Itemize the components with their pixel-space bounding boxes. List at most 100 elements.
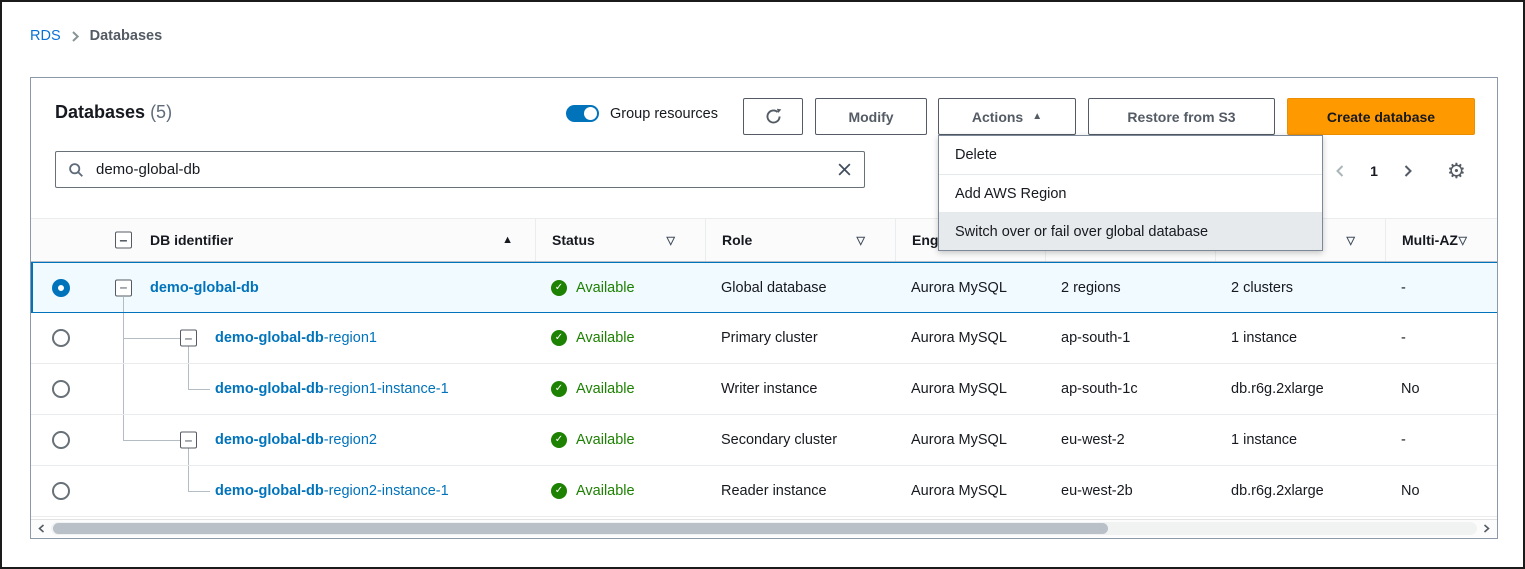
- tree-guide: [188, 466, 189, 491]
- breadcrumb-current: Databases: [90, 28, 163, 44]
- tree-guide: [123, 297, 124, 312]
- row-radio[interactable]: [52, 380, 70, 398]
- restore-from-s3-button[interactable]: Restore from S3: [1088, 98, 1275, 135]
- create-database-button[interactable]: Create database: [1287, 98, 1475, 135]
- db-identifier-link[interactable]: demo-global-db-region2: [215, 432, 377, 448]
- table-row[interactable]: demo-global-db-region1-instance-1 ✓ Avai…: [31, 364, 1497, 415]
- db-identifier-cell: demo-global-db-region1-instance-1: [91, 364, 535, 414]
- sort-icon: ▽: [1347, 234, 1355, 247]
- chevron-right-icon: [1404, 165, 1412, 177]
- status-text: Available: [576, 381, 635, 397]
- db-identifier-cell: − demo-global-db-region1: [91, 313, 535, 363]
- table-row[interactable]: − demo-global-db-region1 ✓ Available Pri…: [31, 313, 1497, 364]
- collapse-row-toggle[interactable]: −: [180, 330, 197, 347]
- chevron-left-icon: [38, 524, 45, 533]
- engine-cell: Aurora MySQL: [895, 263, 1045, 312]
- row-select-cell: [31, 263, 91, 312]
- refresh-icon: [765, 108, 782, 125]
- row-radio[interactable]: [52, 329, 70, 347]
- collapse-row-toggle[interactable]: −: [180, 432, 197, 449]
- horizontal-scrollbar[interactable]: [31, 519, 1497, 537]
- collapse-all-toggle[interactable]: −: [115, 232, 132, 249]
- menu-item-delete[interactable]: Delete: [939, 136, 1322, 174]
- column-label: Multi-AZ: [1402, 232, 1458, 248]
- db-identifier-cell: demo-global-db-region2-instance-1: [91, 466, 535, 516]
- actions-dropdown-menu: Delete Add AWS Region Switch over or fai…: [938, 135, 1323, 251]
- page-title: Databases: [55, 102, 145, 122]
- collapse-row-toggle[interactable]: −: [115, 279, 132, 296]
- table-row[interactable]: − demo-global-db ✓ Available Global data…: [31, 262, 1497, 313]
- status-text: Available: [576, 483, 635, 499]
- status-available-icon: ✓: [551, 483, 567, 499]
- scroll-left-button[interactable]: [34, 521, 49, 536]
- multi-az-header[interactable]: Multi-AZ ▽: [1385, 219, 1497, 261]
- engine-cell: Aurora MySQL: [895, 415, 1045, 465]
- column-label: Role: [722, 232, 752, 248]
- prev-page-button[interactable]: [1327, 158, 1353, 184]
- status-available-icon: ✓: [551, 432, 567, 448]
- menu-item-switch-over-or-fail-over[interactable]: Switch over or fail over global database: [939, 212, 1322, 250]
- multiaz-cell: No: [1385, 466, 1497, 516]
- region-cell: eu-west-2b: [1045, 466, 1215, 516]
- db-identifier-link[interactable]: demo-global-db: [150, 280, 259, 296]
- multiaz-cell: -: [1385, 415, 1497, 465]
- tree-guide: [123, 440, 180, 441]
- preferences-gear-button[interactable]: ⚙: [1447, 161, 1466, 182]
- current-page-button[interactable]: 1: [1361, 158, 1387, 184]
- rds-console-screen: RDS Databases Databases(5) Group resourc…: [0, 0, 1525, 569]
- role-cell: Global database: [705, 263, 895, 312]
- menu-item-add-aws-region[interactable]: Add AWS Region: [939, 174, 1322, 212]
- size-cell: db.r6g.2xlarge: [1215, 466, 1385, 516]
- table-row[interactable]: − demo-global-db-region2 ✓ Available Sec…: [31, 415, 1497, 466]
- db-identifier-link[interactable]: demo-global-db-region1-instance-1: [215, 381, 449, 397]
- scrollbar-thumb[interactable]: [53, 523, 1108, 534]
- table-row[interactable]: demo-global-db-region2-instance-1 ✓ Avai…: [31, 466, 1497, 517]
- refresh-button[interactable]: [743, 98, 803, 135]
- region-cell: ap-south-1c: [1045, 364, 1215, 414]
- tree-guide: [123, 364, 124, 414]
- status-text: Available: [576, 432, 635, 448]
- sort-icon: ▽: [667, 234, 675, 247]
- column-label: DB identifier: [150, 232, 233, 248]
- size-cell: 1 instance: [1215, 313, 1385, 363]
- db-identifier-link[interactable]: demo-global-db-region1: [215, 330, 377, 346]
- column-label: Status: [552, 232, 595, 248]
- status-cell: ✓ Available: [535, 313, 705, 363]
- scrollbar-track[interactable]: [51, 522, 1477, 535]
- role-header[interactable]: Role ▽: [705, 219, 895, 261]
- engine-cell: Aurora MySQL: [895, 313, 1045, 363]
- tree-guide: [188, 364, 189, 389]
- region-cell: eu-west-2: [1045, 415, 1215, 465]
- next-page-button[interactable]: [1395, 158, 1421, 184]
- resource-count: (5): [150, 102, 172, 122]
- role-cell: Primary cluster: [705, 313, 895, 363]
- row-radio[interactable]: [52, 431, 70, 449]
- sort-icon: ▽: [857, 234, 865, 247]
- region-cell: 2 regions: [1045, 263, 1215, 312]
- tree-guide: [123, 415, 124, 440]
- tree-guide: [188, 389, 210, 390]
- panel-title: Databases(5): [55, 102, 172, 123]
- status-cell: ✓ Available: [535, 364, 705, 414]
- status-cell: ✓ Available: [535, 466, 705, 516]
- status-text: Available: [576, 330, 635, 346]
- db-identifier-link[interactable]: demo-global-db-region2-instance-1: [215, 483, 449, 499]
- db-identifier-header[interactable]: − DB identifier ▲: [91, 219, 535, 261]
- multiaz-cell: -: [1385, 313, 1497, 363]
- db-identifier-cell: − demo-global-db: [91, 263, 535, 312]
- row-radio[interactable]: [52, 279, 70, 297]
- role-cell: Secondary cluster: [705, 415, 895, 465]
- modify-button[interactable]: Modify: [815, 98, 927, 135]
- multiaz-cell: No: [1385, 364, 1497, 414]
- breadcrumb-rds-link[interactable]: RDS: [30, 28, 61, 44]
- databases-table: − DB identifier ▲ Status ▽ Role ▽ Eng: [31, 218, 1497, 517]
- group-resources-toggle[interactable]: [566, 105, 599, 122]
- clear-search-button[interactable]: [837, 162, 852, 177]
- row-radio[interactable]: [52, 482, 70, 500]
- group-resources-control: Group resources: [566, 105, 718, 122]
- status-header[interactable]: Status ▽: [535, 219, 705, 261]
- scroll-right-button[interactable]: [1479, 521, 1494, 536]
- breadcrumb: RDS Databases: [30, 28, 162, 44]
- search-input[interactable]: [94, 160, 827, 179]
- actions-button[interactable]: Actions ▲: [938, 98, 1076, 135]
